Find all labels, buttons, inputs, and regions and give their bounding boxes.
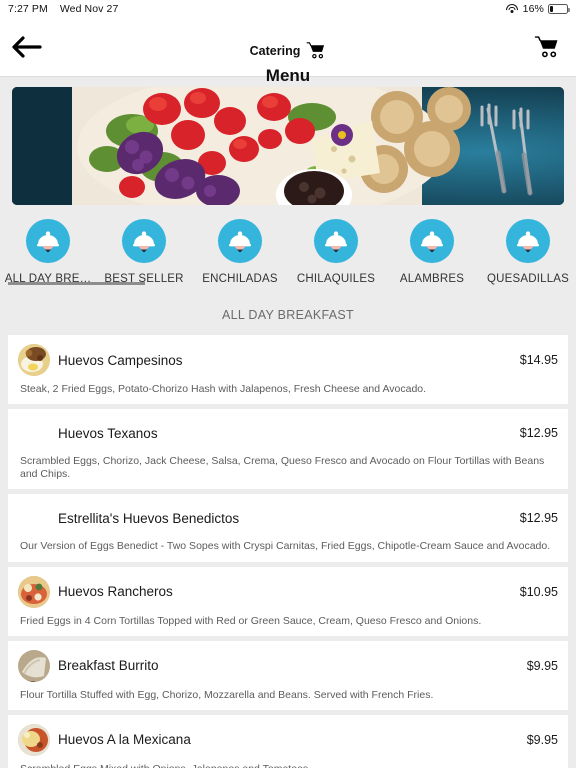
category-tab-4[interactable]: ALAMBRES xyxy=(384,219,480,285)
menu-item-row[interactable]: Huevos Texanos $12.95 Scrambled Eggs, Ch… xyxy=(8,409,568,490)
menu-item-row[interactable]: Estrellita's Huevos Benedictos $12.95 Ou… xyxy=(8,494,568,562)
category-label: ENCHILADAS xyxy=(202,273,278,285)
category-strip-spacer xyxy=(0,285,576,296)
category-tab-5[interactable]: QUESADILLAS xyxy=(480,219,576,285)
menu-item-price: $12.95 xyxy=(519,511,558,526)
cart-button[interactable] xyxy=(530,32,564,62)
menu-item-price: $14.95 xyxy=(519,353,558,367)
menu-item-thumbnail xyxy=(18,723,50,756)
shopping-cart-icon xyxy=(534,36,558,58)
food-cloche-icon xyxy=(218,219,262,263)
category-tab-3[interactable]: CHILAQUILES xyxy=(288,219,384,285)
food-cloche-icon xyxy=(506,219,550,263)
menu-item-header: Huevos Texanos $12.95 xyxy=(18,418,558,448)
status-right-group: 16% xyxy=(506,3,570,15)
section-title: ALL DAY BREAKFAST xyxy=(0,296,576,335)
hero-banner-container xyxy=(0,77,576,205)
menu-item-description: Scrambled Eggs, Chorizo, Jack Cheese, Sa… xyxy=(20,455,545,481)
menu-item-name: Estrellita's Huevos Benedictos xyxy=(58,510,240,526)
menu-item-name: Breakfast Burrito xyxy=(58,658,159,674)
menu-item-description: Steak, 2 Fried Eggs, Potato-Chorizo Hash… xyxy=(20,383,427,395)
catering-label: Catering xyxy=(249,43,301,58)
category-label: QUESADILLAS xyxy=(486,273,570,285)
menu-item-thumbnail xyxy=(18,649,50,682)
category-tab-0[interactable]: ALL DAY BRE… xyxy=(0,219,96,285)
menu-item-row[interactable]: Breakfast Burrito $9.95 Flour Tortilla S… xyxy=(8,640,568,710)
active-category-indicator xyxy=(8,282,145,285)
menu-item-name: Huevos Texanos xyxy=(58,425,158,441)
menu-item-price: $12.95 xyxy=(519,426,558,441)
menu-item-header: Huevos Rancheros $10.95 xyxy=(18,575,558,608)
food-cloche-icon xyxy=(122,219,166,263)
category-tabs: ALL DAY BRE… BEST SELLER ENCHILADAS CHIL… xyxy=(0,205,576,285)
category-tab-1[interactable]: BEST SELLER xyxy=(96,219,192,285)
menu-item-name: Huevos Campesinos xyxy=(58,352,183,368)
status-bar: 7:27 PM Wed Nov 27 16% xyxy=(0,0,576,18)
menu-item-price: $10.95 xyxy=(519,584,558,599)
menu-item-header: Huevos Campesinos $14.95 xyxy=(18,344,558,376)
page-title: Menu xyxy=(265,66,311,85)
menu-item-header: Breakfast Burrito $9.95 xyxy=(18,649,558,682)
shopping-cart-icon xyxy=(306,42,325,59)
menu-item-name: Huevos Rancheros xyxy=(58,584,173,599)
menu-item-description: Fried Eggs in 4 Corn Tortillas Topped wi… xyxy=(20,614,482,627)
menu-list: Huevos Campesinos $14.95 Steak, 2 Fried … xyxy=(0,335,576,768)
battery-percent-label: 16% xyxy=(522,3,544,15)
catering-link[interactable]: Catering xyxy=(0,42,576,59)
menu-item-name: Huevos A la Mexicana xyxy=(58,732,191,748)
menu-item-row[interactable]: Huevos Rancheros $10.95 Fried Eggs in 4 … xyxy=(8,566,568,636)
navigation-bar: Catering Menu xyxy=(0,18,576,85)
battery-icon xyxy=(548,4,570,14)
wifi-icon xyxy=(506,4,519,14)
category-label: ALAMBRES xyxy=(399,273,465,285)
menu-item-thumbnail xyxy=(18,344,50,376)
menu-item-description: Scrambled Eggs Mixed with Onions, Jalape… xyxy=(18,763,558,768)
category-label: CHILAQUILES xyxy=(296,273,376,285)
menu-item-header: Estrellita's Huevos Benedictos $12.95 xyxy=(18,503,558,533)
food-cloche-icon xyxy=(410,219,454,263)
menu-item-price: $9.95 xyxy=(526,658,558,673)
status-date: Wed Nov 27 xyxy=(59,3,119,15)
menu-item-description: Our Version of Eggs Benedict - Two Sopes… xyxy=(20,540,551,553)
menu-item-header: Huevos A la Mexicana $9.95 xyxy=(18,723,558,756)
menu-item-description: Flour Tortilla Stuffed with Egg, Chorizo… xyxy=(20,688,434,701)
menu-item-row[interactable]: Huevos A la Mexicana $9.95 Scrambled Egg… xyxy=(8,714,568,768)
hero-banner-image xyxy=(12,87,564,205)
food-cloche-icon xyxy=(314,219,358,263)
status-time: 7:27 PM xyxy=(8,3,48,15)
menu-item-row[interactable]: Huevos Campesinos $14.95 Steak, 2 Fried … xyxy=(8,335,568,405)
menu-item-thumbnail xyxy=(18,575,50,608)
category-tab-2[interactable]: ENCHILADAS xyxy=(192,219,288,285)
food-cloche-icon xyxy=(26,219,70,263)
hero-illustration xyxy=(12,87,564,205)
menu-item-price: $9.95 xyxy=(526,732,558,747)
